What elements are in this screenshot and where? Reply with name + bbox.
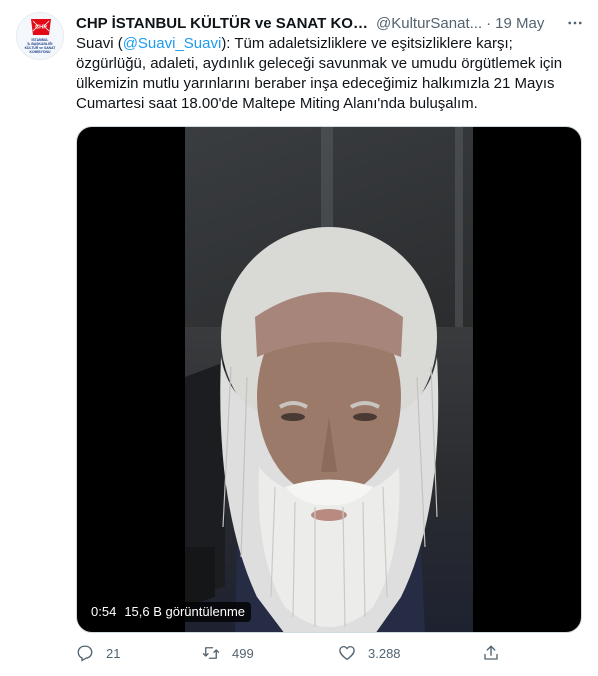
more-options-icon[interactable] — [564, 12, 586, 34]
reply-count: 21 — [106, 645, 121, 661]
like-button[interactable]: 3.288 — [338, 644, 401, 662]
tweet-prefix: Suavi ( — [76, 35, 123, 52]
reply-icon — [77, 645, 93, 662]
avatar[interactable]: CHP İSTANBUL İL BAŞKANLIĞI KÜLTÜR ve SAN… — [16, 12, 64, 60]
avatar-caption: İSTANBUL İL BAŞKANLIĞI KÜLTÜR ve SANAT K… — [21, 38, 59, 54]
video-thumbnail-illustration — [185, 227, 439, 632]
author-display-name[interactable]: CHP İSTANBUL KÜLTÜR ve SANAT KOM... — [76, 15, 372, 32]
video-info-badge: 0:54 15,6 B görüntülenme — [85, 602, 252, 622]
tweet-date[interactable]: 19 May — [495, 15, 544, 32]
heart-icon — [339, 645, 355, 661]
video-views: 15,6 B görüntülenme — [124, 604, 246, 619]
ellipsis-icon — [568, 21, 582, 25]
chp-logo-icon: CHP — [31, 19, 51, 35]
like-count: 3.288 — [368, 645, 401, 661]
reply-button[interactable]: 21 — [76, 644, 120, 662]
avatar-caption-line: KOMİSYONU — [29, 50, 51, 54]
avatar-logo-text: CHP — [35, 25, 47, 31]
tweet-header: CHP İSTANBUL KÜLTÜR ve SANAT KOM... @Kul… — [76, 12, 586, 34]
video-player[interactable]: 0:54 15,6 B görüntülenme — [76, 126, 582, 633]
tweet-actions: 21 499 3.288 — [76, 644, 582, 666]
video-frame[interactable] — [185, 127, 473, 632]
share-button[interactable] — [482, 644, 500, 662]
retweet-button[interactable]: 499 — [202, 644, 254, 662]
retweet-icon — [202, 647, 220, 659]
separator-dot: · — [486, 14, 492, 32]
author-handle[interactable]: @KulturSanat... — [376, 15, 482, 32]
share-icon — [484, 645, 498, 660]
mention-link[interactable]: @Suavi_Suavi — [123, 35, 222, 52]
retweet-count: 499 — [232, 645, 254, 661]
tweet-text: Suavi (@Suavi_Suavi): Tüm adaletsizlikle… — [76, 34, 586, 114]
video-duration: 0:54 — [91, 604, 117, 619]
